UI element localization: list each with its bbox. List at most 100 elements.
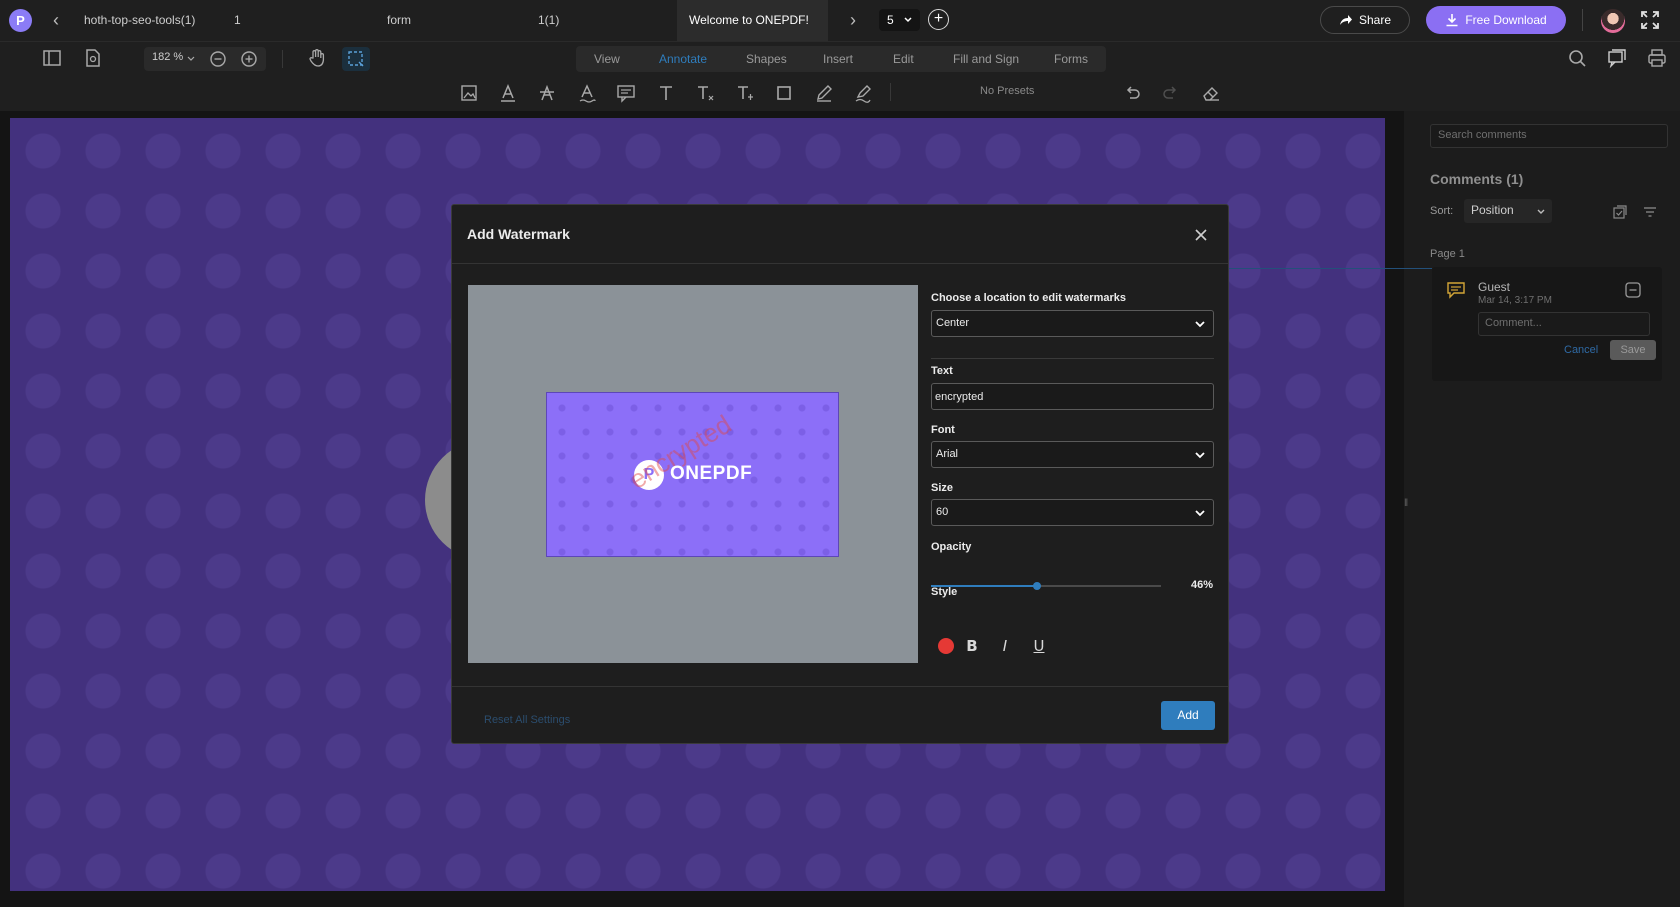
select-tool-button[interactable]: [342, 47, 370, 71]
share-label: Share: [1358, 13, 1392, 27]
avatar[interactable]: [1601, 9, 1625, 33]
comment-input[interactable]: Comment...: [1478, 312, 1650, 336]
font-select[interactable]: Arial: [931, 441, 1214, 468]
eraser-icon[interactable]: [1200, 82, 1222, 104]
size-select[interactable]: 60: [931, 499, 1214, 526]
opacity-label: Opacity: [931, 541, 972, 553]
comment-connector-line: [1228, 268, 1432, 269]
size-value: 60: [936, 506, 949, 518]
close-icon[interactable]: [1191, 225, 1211, 245]
location-value: Center: [936, 317, 970, 329]
collapse-icon[interactable]: [1624, 281, 1642, 299]
underline-button[interactable]: U: [1028, 635, 1050, 657]
divider: [890, 83, 891, 101]
text-color-icon[interactable]: [497, 82, 519, 104]
bold-button[interactable]: B: [961, 635, 983, 657]
tab-1[interactable]: 1: [234, 0, 241, 41]
tab-1-1[interactable]: 1(1): [538, 0, 559, 41]
search-icon[interactable]: [1566, 47, 1588, 69]
divider: [452, 263, 1228, 264]
rectangle-icon[interactable]: [773, 82, 795, 104]
divider: [282, 50, 283, 68]
free-download-button[interactable]: Free Download: [1426, 6, 1566, 34]
tab-annotate[interactable]: Annotate: [659, 46, 707, 72]
add-watermark-dialog: Add Watermark P ONEPDF encrypted Choose …: [451, 204, 1229, 744]
opacity-value: 46%: [1191, 579, 1214, 591]
tab-insert[interactable]: Insert: [823, 46, 853, 72]
share-icon: [1339, 15, 1352, 25]
text-box-icon[interactable]: [734, 82, 756, 104]
comments-title: Comments (1): [1430, 171, 1524, 187]
color-picker-button[interactable]: [938, 638, 954, 654]
page-settings-icon[interactable]: [82, 47, 104, 69]
italic-button[interactable]: I: [994, 635, 1016, 657]
tab-welcome-to-onepdf[interactable]: Welcome to ONEPDF!: [677, 0, 828, 41]
zoom-level[interactable]: 182 %: [152, 51, 183, 63]
sort-select[interactable]: Position: [1464, 199, 1552, 223]
panel-resize-handle[interactable]: ‖: [1404, 498, 1408, 510]
add-tab-button[interactable]: +: [928, 9, 949, 30]
strikethrough-icon[interactable]: [536, 82, 558, 104]
select-icon: [348, 51, 364, 67]
underline-text-icon[interactable]: [576, 82, 598, 104]
comment-cancel-button[interactable]: Cancel: [1564, 344, 1598, 356]
tab-shapes[interactable]: Shapes: [746, 46, 787, 72]
watermark-text-input[interactable]: [931, 383, 1214, 410]
chevron-down-icon: [1195, 510, 1205, 517]
comment-card[interactable]: Guest Mar 14, 3:17 PM Comment... Cancel …: [1432, 267, 1662, 381]
tab-hoth-top-seo-tools[interactable]: hoth-top-seo-tools(1): [84, 0, 195, 41]
plus-icon: +: [933, 10, 944, 27]
redo-icon[interactable]: [1160, 82, 1182, 104]
comment-save-button[interactable]: Save: [1610, 340, 1656, 360]
mark-all-read-icon[interactable]: [1612, 204, 1628, 220]
zoom-out-icon[interactable]: [209, 50, 227, 68]
style-label: Style: [931, 586, 958, 598]
text-label: Text: [931, 365, 953, 377]
location-select[interactable]: Center: [931, 310, 1214, 337]
sidebar-icon[interactable]: [41, 47, 63, 69]
pen-icon[interactable]: [813, 82, 835, 104]
mode-tabs: View Annotate Shapes Insert Edit Fill an…: [576, 46, 1106, 72]
tab-bar: P ‹ hoth-top-seo-tools(1) 1 form 1(1) We…: [0, 0, 1680, 41]
comments-icon[interactable]: [1606, 47, 1628, 69]
image-annotation-icon[interactable]: [458, 82, 480, 104]
highlighter-icon[interactable]: [852, 82, 874, 104]
share-button[interactable]: Share: [1320, 6, 1410, 34]
chevron-down-icon: [904, 17, 912, 23]
location-label: Choose a location to edit watermarks: [931, 292, 1126, 304]
tab-view[interactable]: View: [594, 46, 620, 72]
tab-form[interactable]: form: [387, 0, 411, 41]
preview-page: P ONEPDF encrypted: [546, 392, 839, 557]
add-button[interactable]: Add: [1161, 701, 1215, 730]
chevron-left-icon[interactable]: ‹: [48, 10, 64, 30]
tab-edit[interactable]: Edit: [893, 46, 914, 72]
font-label: Font: [931, 424, 955, 436]
opacity-slider-thumb[interactable]: [1032, 582, 1041, 590]
comment-timestamp: Mar 14, 3:17 PM: [1478, 295, 1552, 306]
subscript-text-icon[interactable]: [694, 82, 716, 104]
presets-label[interactable]: No Presets: [980, 85, 1034, 97]
zoom-in-icon[interactable]: [240, 50, 258, 68]
comments-search-input[interactable]: Search comments: [1430, 124, 1668, 148]
opacity-slider[interactable]: [931, 582, 1161, 590]
chevron-right-icon[interactable]: ›: [845, 10, 861, 30]
chevron-down-icon: [187, 56, 195, 61]
fullscreen-icon[interactable]: [1640, 10, 1660, 30]
tab-fill-and-sign[interactable]: Fill and Sign: [953, 46, 1019, 72]
filter-icon[interactable]: [1642, 204, 1658, 220]
reset-all-settings-link[interactable]: Reset All Settings: [484, 714, 570, 726]
divider: [931, 358, 1214, 359]
tab-forms[interactable]: Forms: [1054, 46, 1088, 72]
sort-label: Sort:: [1430, 205, 1454, 217]
zoom-control: 182 %: [144, 47, 266, 71]
text-icon[interactable]: [655, 82, 677, 104]
comment-bubble-icon: [1447, 282, 1465, 299]
note-icon[interactable]: [615, 82, 637, 104]
hand-icon[interactable]: [306, 47, 328, 69]
size-label: Size: [931, 482, 954, 494]
comments-page-label: Page 1: [1430, 248, 1465, 260]
tab-count-select[interactable]: 5: [879, 9, 920, 31]
undo-icon[interactable]: [1121, 82, 1143, 104]
app-logo-icon[interactable]: P: [9, 9, 32, 32]
print-icon[interactable]: [1646, 47, 1668, 69]
